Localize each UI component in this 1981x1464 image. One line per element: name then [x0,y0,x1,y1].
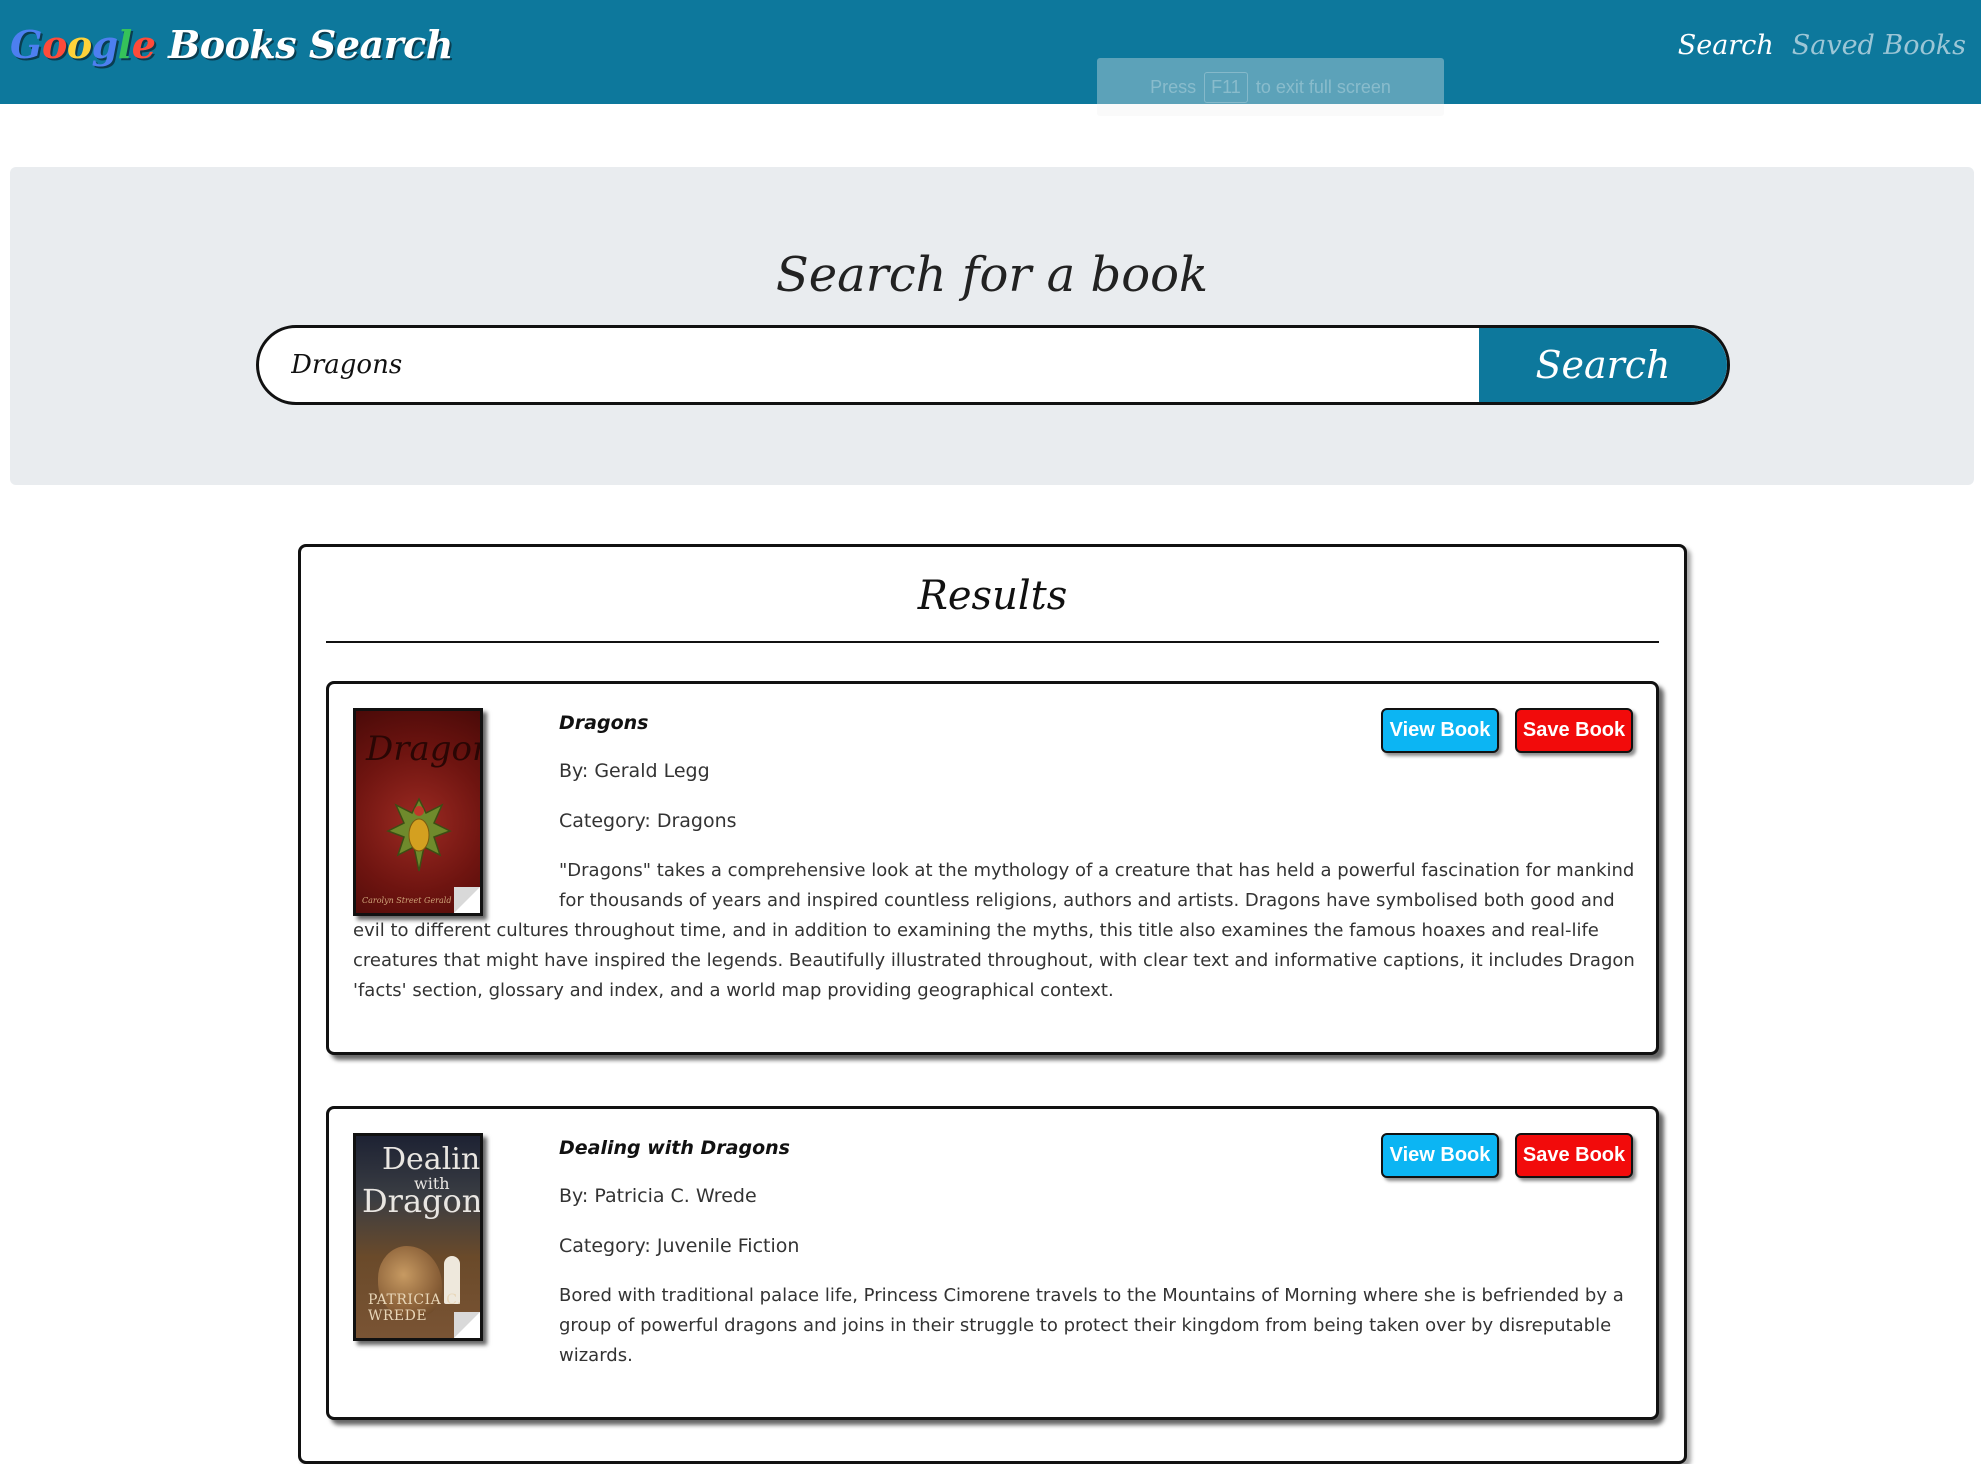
fullscreen-hint: Press F11 to exit full screen [1097,58,1444,116]
nav-link-search[interactable]: Search [1678,30,1774,61]
page-title: Search for a book [775,247,1209,303]
nav-link-saved-books[interactable]: Saved Books [1792,30,1966,61]
book-card: Dealing with Dragons PATRICIA C. WREDE D… [326,1106,1659,1420]
save-book-button[interactable]: Save Book [1515,708,1633,753]
book-author: By: Patricia C. Wrede [559,1185,757,1207]
search-bar: Search [256,325,1730,405]
search-button[interactable]: Search [1479,328,1727,402]
book-author: By: Gerald Legg [559,760,710,782]
results-title: Results [917,573,1068,619]
view-book-button[interactable]: View Book [1381,1133,1499,1178]
brand-logo[interactable]: Google Books Search [10,22,453,67]
search-jumbotron: Search for a book Search [10,167,1974,485]
results-divider [326,641,1659,643]
f11-key: F11 [1204,71,1248,103]
book-card: Dragons Carolyn Street Gerald Legg Drago… [326,681,1659,1055]
brand-text: Books Search [168,22,453,67]
nav-links: Search Saved Books [1660,30,1966,61]
book-category: Category: Juvenile Fiction [559,1235,800,1257]
book-title: Dragons [559,712,649,734]
navbar: Google Books Search Search Saved Books [0,0,1981,104]
search-input[interactable] [259,328,1481,402]
book-title: Dealing with Dragons [559,1137,790,1159]
save-book-button[interactable]: Save Book [1515,1133,1633,1178]
view-book-button[interactable]: View Book [1381,708,1499,753]
book-category: Category: Dragons [559,810,737,832]
book-description: "Dragons" takes a comprehensive look at … [353,860,1635,1001]
results-panel: Results Dragons Carolyn Street Gerald Le… [298,544,1687,1464]
book-description: Bored with traditional palace life, Prin… [559,1285,1624,1366]
